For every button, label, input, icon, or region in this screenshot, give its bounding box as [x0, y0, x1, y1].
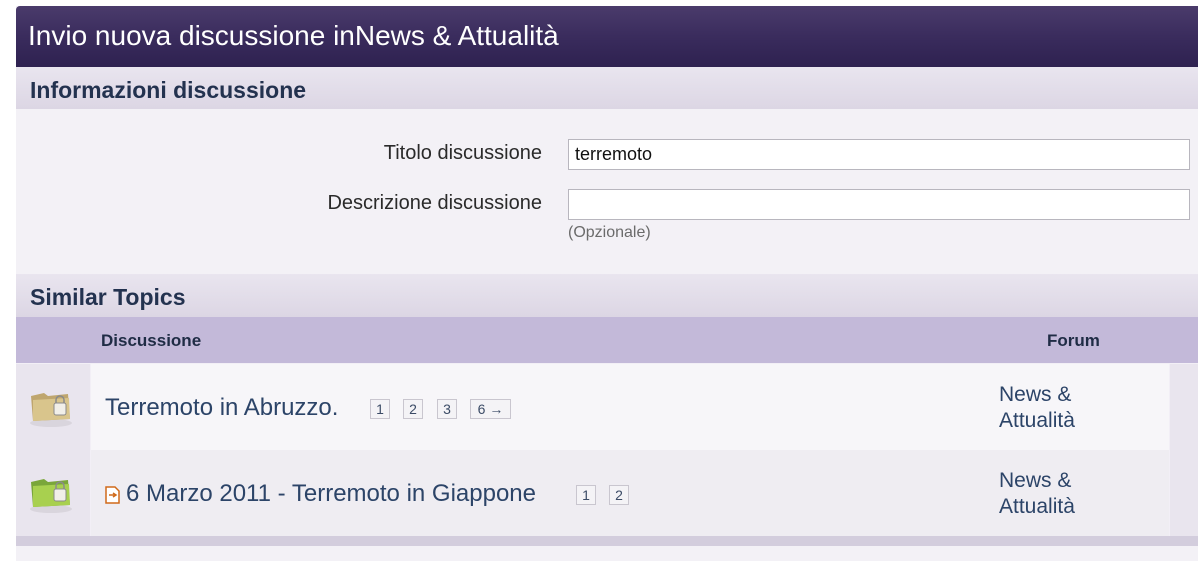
topic-title-input[interactable]	[568, 139, 1190, 170]
info-form: Titolo discussione Descrizione discussio…	[16, 109, 1198, 274]
topic-description-label: Descrizione discussione	[327, 192, 542, 214]
page-link[interactable]: 1	[370, 399, 390, 419]
forum-link-line: Attualità	[999, 495, 1075, 518]
table-footer-band	[16, 536, 1198, 546]
similar-topics-header: Similar Topics	[16, 274, 1198, 317]
last-page-link[interactable]: 6 →	[470, 399, 511, 419]
topic-main-cell: Terremoto in Abruzzo. 1 2 3 6 → News & A…	[91, 364, 1169, 450]
similar-topics-column-header: Discussione Forum	[16, 317, 1198, 363]
topic-link[interactable]: 6 Marzo 2011 - Terremoto in Giappone	[126, 480, 536, 508]
similar-topics-title: Similar Topics	[30, 284, 186, 310]
topic-icon-cell	[16, 364, 90, 450]
topic-title-label: Titolo discussione	[383, 142, 542, 164]
attachment-icon	[105, 486, 120, 504]
similar-topic-row: 6 Marzo 2011 - Terremoto in Giappone 1 2…	[16, 450, 1198, 536]
topic-main-cell: 6 Marzo 2011 - Terremoto in Giappone 1 2…	[91, 450, 1169, 536]
folder-lock-icon	[30, 479, 72, 513]
column-forum-header: Forum	[1047, 331, 1100, 350]
optional-hint: (Opzionale)	[568, 224, 651, 241]
forum-link-line: News &	[999, 383, 1072, 406]
forum-link-line: News &	[999, 469, 1072, 492]
new-topic-panel: Invio nuova discussione inNews & Attuali…	[16, 6, 1198, 561]
page-header: Invio nuova discussione inNews & Attuali…	[16, 6, 1198, 67]
folder-lock-icon	[30, 393, 72, 427]
topic-description-input[interactable]	[568, 189, 1190, 220]
panel-footer	[16, 546, 1198, 561]
forum-link[interactable]: News & Attualità	[999, 382, 1099, 434]
page-link[interactable]: 1	[576, 485, 596, 505]
info-section-title: Informazioni discussione	[30, 77, 307, 103]
page-title: Invio nuova discussione inNews & Attuali…	[28, 20, 559, 51]
forum-link-line: Attualità	[999, 409, 1075, 432]
topic-icon-cell	[16, 450, 90, 536]
similar-topic-row: Terremoto in Abruzzo. 1 2 3 6 → News & A…	[16, 364, 1198, 450]
info-section-header: Informazioni discussione	[16, 67, 1198, 109]
row-tail-cell	[1170, 364, 1198, 450]
page-link[interactable]: 2	[403, 399, 423, 419]
row-tail-cell	[1170, 450, 1198, 536]
column-topic-header: Discussione	[101, 331, 202, 350]
forum-link[interactable]: News & Attualità	[999, 468, 1099, 520]
page-link[interactable]: 3	[437, 399, 457, 419]
topic-link[interactable]: Terremoto in Abruzzo.	[105, 394, 338, 422]
page-link[interactable]: 2	[609, 485, 629, 505]
